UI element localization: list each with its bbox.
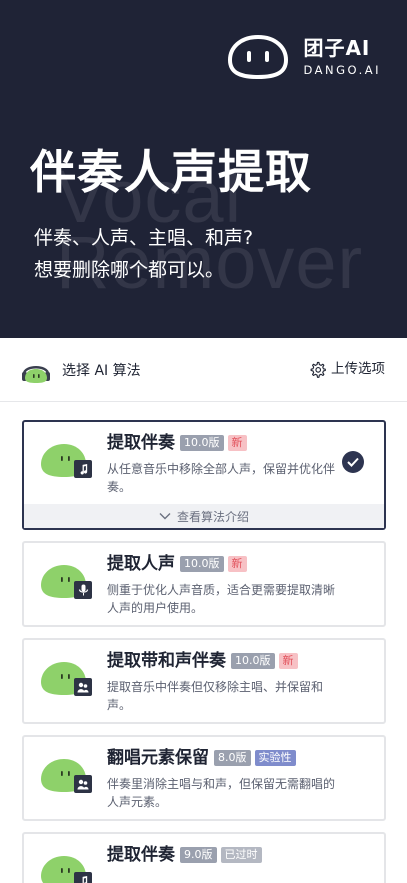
page-title: 伴奏人声提取: [30, 145, 312, 199]
chevron-down-icon: [159, 513, 171, 520]
algorithm-name: 提取带和声伴奏: [107, 651, 226, 671]
view-algorithm-intro-button[interactable]: 查看算法介绍: [24, 504, 384, 528]
people-icon: [74, 678, 92, 696]
music-note-icon: [74, 460, 92, 478]
algorithm-name: 提取人声: [107, 554, 175, 574]
algorithm-description: 从任意音乐中移除全部人声，保留并优化伴奏。: [107, 462, 336, 494]
deprecated-badge: 已过时: [220, 847, 262, 863]
algorithm-card-extract-accompaniment[interactable]: 提取伴奏 10.0版 新 从任意音乐中移除全部人声，保留并优化伴奏。 查看算法介…: [22, 420, 386, 530]
algorithm-description: 伴奏里消除主唱与和声，但保留无需翻唱的人声元素。: [107, 777, 336, 809]
headphones-dango-icon: [22, 366, 50, 383]
view-algorithm-intro-label: 查看算法介绍: [176, 509, 249, 524]
new-badge: 新: [278, 653, 298, 669]
panel-header: 选择 AI 算法 上传选项: [0, 338, 407, 402]
brand-name: 团子AI: [303, 36, 371, 60]
brand-domain: DANGO.AI: [303, 63, 381, 77]
algorithm-card-cover-element-retention[interactable]: 翻唱元素保留 8.0版 实验性 伴奏里消除主唱与和声，但保留无需翻唱的人声元素。: [22, 735, 386, 821]
version-badge: 9.0版: [180, 847, 217, 863]
microphone-icon: [74, 581, 92, 599]
algorithm-panel: 选择 AI 算法 上传选项 提取伴奏 10.0版 新 从任意音乐中移除全部人声，…: [0, 338, 407, 883]
algorithm-card-extract-vocals[interactable]: 提取人声 10.0版 新 侧重于优化人声音质，适合更需要提取清晰人声的用户使用。: [22, 541, 386, 627]
dango-logo-icon: [228, 34, 289, 80]
algorithm-name: 提取伴奏: [107, 433, 175, 453]
hero-banner: Vocal Remover 团子AI DANGO.AI 伴奏人声提取 伴奏、人声…: [0, 0, 407, 338]
algorithm-name: 翻唱元素保留: [107, 748, 209, 768]
new-badge: 新: [227, 556, 247, 572]
version-badge: 10.0版: [231, 653, 275, 669]
new-badge: 新: [227, 435, 247, 451]
algorithm-description: 侧重于优化人声音质，适合更需要提取清晰人声的用户使用。: [107, 583, 336, 615]
version-badge: 10.0版: [180, 556, 224, 572]
algorithm-card-extract-accompaniment-legacy[interactable]: 提取伴奏 9.0版 已过时: [22, 832, 386, 883]
upload-options-label: 上传选项: [331, 361, 385, 377]
experimental-badge: 实验性: [254, 750, 296, 766]
algorithm-name: 提取伴奏: [107, 845, 175, 865]
version-badge: 8.0版: [214, 750, 251, 766]
hero-subtitle: 伴奏、人声、主唱、和声? 想要删除哪个都可以。: [34, 227, 254, 281]
algorithm-description: 提取音乐中伴奏但仅移除主唱、并保留和声。: [107, 680, 324, 712]
check-icon: [342, 451, 364, 473]
select-algorithm-label: 选择 AI 算法: [62, 363, 141, 379]
music-note-icon: [74, 872, 92, 883]
version-badge: 10.0版: [180, 435, 224, 451]
upload-options-button[interactable]: 上传选项: [309, 360, 385, 378]
algorithm-card-extract-accompaniment-with-harmony[interactable]: 提取带和声伴奏 10.0版 新 提取音乐中伴奏但仅移除主唱、并保留和声。: [22, 638, 386, 724]
gear-icon: [310, 361, 326, 378]
people-icon: [74, 775, 92, 793]
brand[interactable]: 团子AI DANGO.AI: [227, 34, 381, 80]
